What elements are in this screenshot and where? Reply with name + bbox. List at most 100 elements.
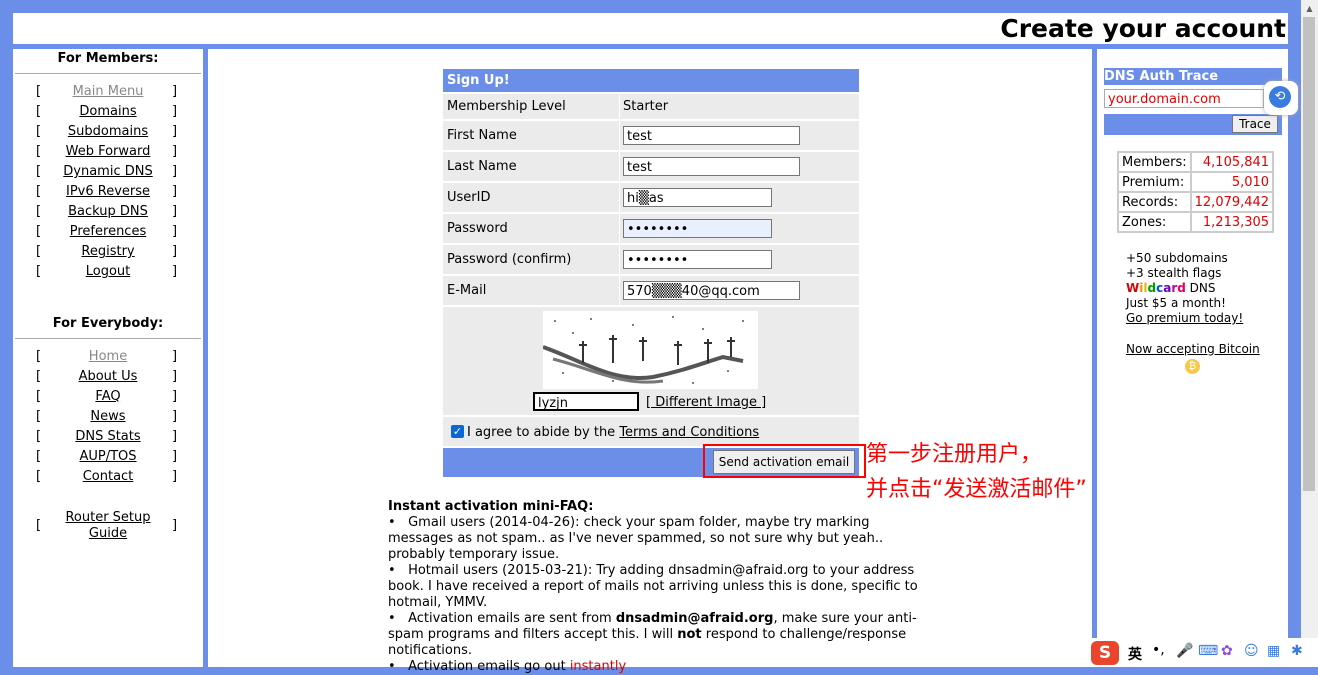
sidebar-item-faq[interactable]: [FAQ] <box>13 389 203 409</box>
userid-label: UserID <box>447 190 491 205</box>
captcha-input[interactable]: lyzjn <box>533 392 639 411</box>
trace-domain-input[interactable]: your.domain.com <box>1104 89 1264 108</box>
agree-prefix: I agree to abide by the <box>467 425 620 440</box>
faq-item-text: Activation emails are sent from <box>408 611 616 626</box>
stats-table: Members: 4,105,841 Premium: 5,010 Records: 12… <box>1117 151 1275 233</box>
sidebar-item-router-setup[interactable]: [ Router Setup Guide ] <box>13 510 203 544</box>
sidebar-item-subdomains[interactable]: [ Subdomains] <box>13 124 203 144</box>
captcha-row: lyzjn [ Different Image ] <box>443 307 859 415</box>
sidebar-item-label[interactable]: Home <box>53 349 163 364</box>
keyboard-icon[interactable]: ⌨ <box>1198 643 1218 659</box>
bracket: [ <box>36 184 42 199</box>
scroll-up-icon[interactable]: ▲ <box>1301 0 1318 17</box>
bracket: [ <box>36 84 42 99</box>
sidebar-item-label[interactable]: Registry <box>53 244 163 259</box>
sidebar-item-label[interactable]: DNS Stats <box>53 429 163 444</box>
toolbox-icon[interactable]: ▦ <box>1267 643 1280 659</box>
promo-line: DNS <box>1185 281 1216 295</box>
sidebar-item-preferences[interactable]: [Preferences] <box>13 224 203 244</box>
terms-link[interactable]: Terms and Conditions <box>619 425 759 440</box>
annotation-highlight-box <box>703 444 866 478</box>
cell-divider <box>619 214 620 243</box>
sidebar-item-label[interactable]: Dynamic DNS <box>53 164 163 179</box>
go-premium-link[interactable]: Go premium today! <box>1126 311 1243 326</box>
wildcard-word: Wildcard <box>1126 281 1186 295</box>
punctuation-icon[interactable]: •, <box>1152 642 1165 658</box>
stat-label: Premium: <box>1119 173 1190 191</box>
trace-bar: Trace <box>1104 114 1282 135</box>
agree-text: I agree to abide by the Terms and Condit… <box>467 425 759 440</box>
sogou-logo-icon[interactable]: S <box>1091 641 1119 665</box>
sidebar-item-label[interactable]: Backup DNS <box>53 204 163 219</box>
vertical-scrollbar[interactable]: ▲ ▼ <box>1301 0 1318 667</box>
router-setup-link[interactable]: Router Setup Guide <box>53 510 163 542</box>
sidebar-item-dns-stats[interactable]: [DNS Stats] <box>13 429 203 449</box>
sidebar-item-aup-tos[interactable]: [AUP/TOS] <box>13 449 203 469</box>
sidebar-item-label[interactable]: News <box>53 409 163 424</box>
page-title: Create your account <box>1000 14 1286 43</box>
sidebar-item-label[interactable]: Subdomains <box>53 124 163 139</box>
sidebar-item-label[interactable]: AUP/TOS <box>53 449 163 464</box>
sidebar-item-label[interactable]: About Us <box>53 369 163 384</box>
stat-value: 1,213,305 <box>1191 213 1273 231</box>
sidebar-item-contact[interactable]: [Contact] <box>13 469 203 489</box>
sidebar-item-label[interactable]: Contact <box>53 469 163 484</box>
captcha-image <box>543 311 758 389</box>
promo-line: Just $5 a month! <box>1126 296 1226 310</box>
stats-row: Premium: 5,010 <box>1119 173 1273 191</box>
translate-float-button[interactable]: ⟲ <box>1264 81 1298 115</box>
userid-input[interactable]: hi▒as <box>623 188 772 207</box>
sidebar-item-registry[interactable]: [Registry] <box>13 244 203 264</box>
sidebar-item-ipv6-reverse[interactable]: [IPv6 Reverse] <box>13 184 203 204</box>
promo-line: +50 subdomains <box>1126 251 1228 265</box>
last-name-input[interactable]: test <box>623 157 800 176</box>
membership-label: Membership Level <box>447 99 566 114</box>
sidebar-item-backup-dns[interactable]: [Backup DNS] <box>13 204 203 224</box>
sidebar-item-about-us[interactable]: [About Us] <box>13 369 203 389</box>
bracket: [ <box>36 144 42 159</box>
signup-title-bar: Sign Up! <box>443 69 859 92</box>
sidebar-item-domains[interactable]: [Domains] <box>13 104 203 124</box>
sidebar-item-news[interactable]: [News] <box>13 409 203 429</box>
different-image-link[interactable]: [ Different Image ] <box>646 395 766 410</box>
password-label: Password <box>447 221 508 236</box>
agree-checkbox[interactable]: ✓ <box>451 425 464 438</box>
sidebar-item-logout[interactable]: [Logout] <box>13 264 203 284</box>
trace-button[interactable]: Trace <box>1232 115 1278 133</box>
stats-row: Records: 12,079,442 <box>1119 193 1273 211</box>
bracket: [ <box>36 124 42 139</box>
bracket: ] <box>172 244 178 259</box>
stats-row: Members: 4,105,841 <box>1119 153 1273 171</box>
cell-divider <box>619 245 620 274</box>
bracket: ] <box>172 518 178 533</box>
email-input[interactable]: 570▒▒▒40@qq.com <box>623 281 800 300</box>
sidebar-item-label[interactable]: IPv6 Reverse <box>53 184 163 199</box>
sidebar-item-label[interactable]: Web Forward <box>53 144 163 159</box>
scroll-thumb[interactable] <box>1303 17 1315 491</box>
emoji-icon[interactable]: ☺ <box>1244 643 1259 659</box>
sidebar-item-main-menu[interactable]: [Main Menu] <box>13 84 203 104</box>
cell-divider <box>619 183 620 212</box>
sidebar-item-label[interactable]: Preferences <box>53 224 163 239</box>
settings-icon[interactable]: ✱ <box>1291 643 1303 659</box>
stat-value: 12,079,442 <box>1191 193 1273 211</box>
bitcoin-link[interactable]: Now accepting Bitcoin <box>1126 342 1260 356</box>
annotation-line2: 并点击“发送激活邮件” <box>866 477 1087 502</box>
sidebar-item-label[interactable]: Main Menu <box>53 84 163 99</box>
sidebar-item-label[interactable]: Logout <box>53 264 163 279</box>
sidebar-item-home[interactable]: [Home] <box>13 349 203 369</box>
password-input[interactable]: •••••••• <box>623 219 772 238</box>
ime-language-toggle[interactable]: 英 <box>1128 644 1142 664</box>
sidebar-item-label[interactable]: Domains <box>53 104 163 119</box>
sidebar-item-web-forward[interactable]: [Web Forward] <box>13 144 203 164</box>
first-name-input[interactable]: test <box>623 126 800 145</box>
microphone-icon[interactable]: 🎤 <box>1176 643 1193 659</box>
skin-icon[interactable]: ✿ <box>1221 643 1233 659</box>
sidebar-item-dynamic-dns[interactable]: [Dynamic DNS] <box>13 164 203 184</box>
bracket: ] <box>172 124 178 139</box>
ime-toolbar: S 英 •, 🎤 ⌨ ✿ ☺ ▦ ✱ <box>1088 638 1318 667</box>
wildcard-letter: W <box>1126 281 1140 295</box>
sidebar-item-label[interactable]: FAQ <box>53 389 163 404</box>
password-confirm-input[interactable]: •••••••• <box>623 250 772 269</box>
bracket: [ <box>36 104 42 119</box>
